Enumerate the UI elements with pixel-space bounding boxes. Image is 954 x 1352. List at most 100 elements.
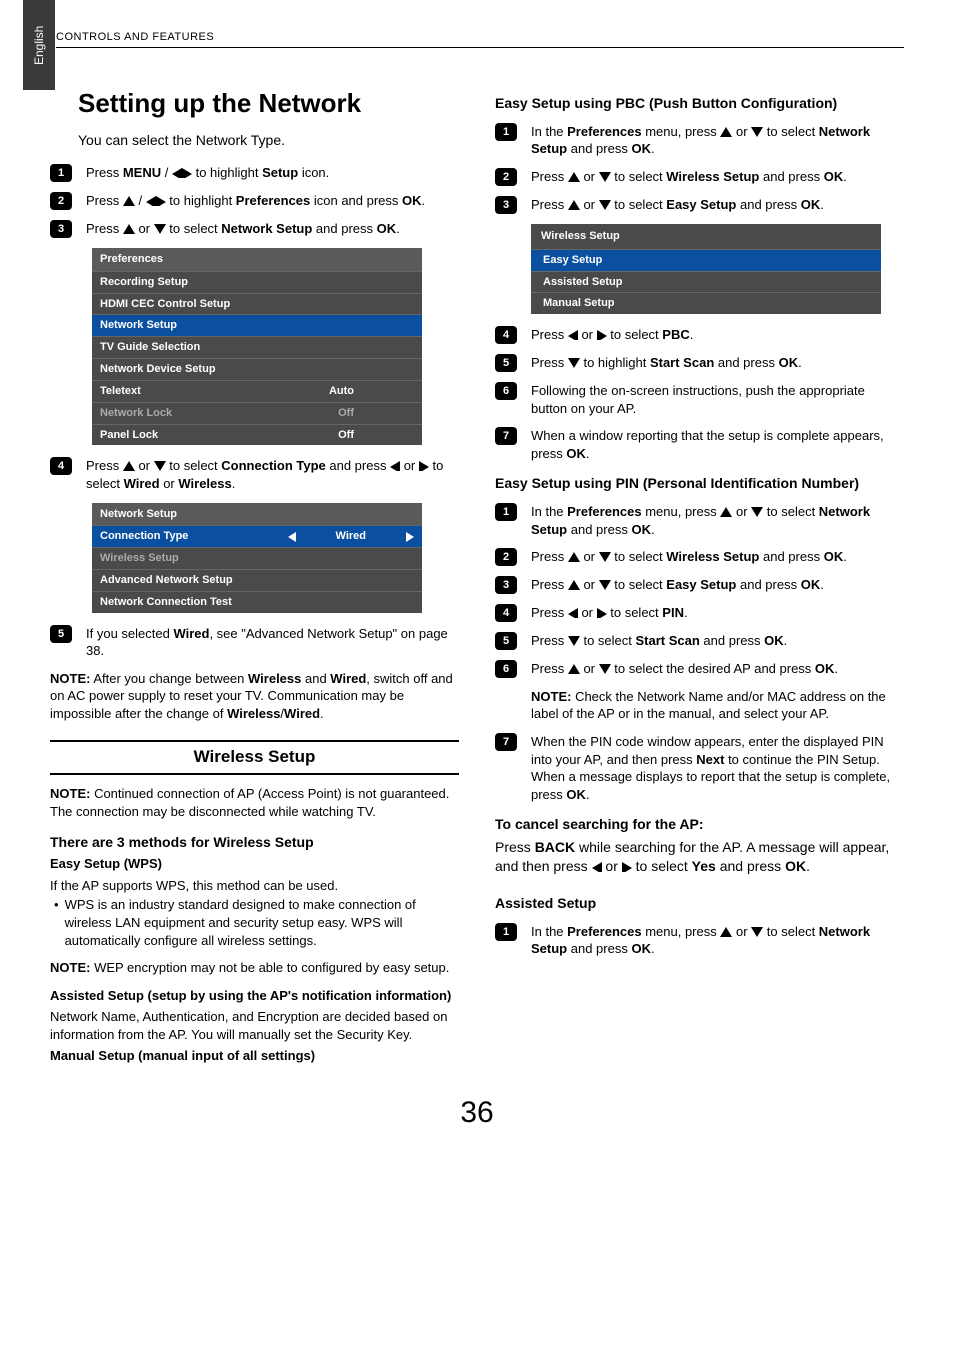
step-number-icon: 1 [495,503,517,521]
triangle-down-icon [599,664,611,674]
triangle-up-icon [568,172,580,182]
menu-title: Preferences [92,248,422,271]
easy-setup-wps-heading: Easy Setup (WPS) [50,855,459,873]
triangle-right-icon [182,168,192,178]
menu-item: Network LockOff [92,402,422,424]
triangle-up-icon [568,552,580,562]
language-label: English [31,25,47,64]
step-number-icon: 3 [495,576,517,594]
triangle-down-icon [154,224,166,234]
step-number-icon: 5 [50,625,72,643]
triangle-up-icon [123,224,135,234]
right-column: Easy Setup using PBC (Push Button Config… [495,66,904,1069]
triangle-up-icon [568,200,580,210]
menu-item: Connection TypeWired [92,525,422,547]
menu-item: Assisted Setup [531,271,881,293]
triangle-down-icon [599,552,611,562]
pin-step-5: 5 Press to select Start Scan and press O… [495,632,904,650]
triangle-down-icon [751,927,763,937]
note-text: NOTE: After you change between Wireless … [50,670,459,723]
triangle-left-icon [172,168,182,178]
pbc-step-1: 1 In the Preferences menu, press or to s… [495,123,904,158]
left-column: Setting up the Network You can select th… [50,66,459,1069]
triangle-right-icon [597,608,607,618]
menu-item: Network Device Setup [92,358,422,380]
step-number-icon: 5 [495,354,517,372]
language-tab: English [23,0,55,90]
pbc-step-4: 4 Press or to select PBC. [495,326,904,344]
triangle-down-icon [568,358,580,368]
cancel-body: Press BACK while searching for the AP. A… [495,838,904,876]
pin-step-4: 4 Press or to select PIN. [495,604,904,622]
triangle-right-icon [419,461,429,471]
step-2: 2 Press / to highlight Preferences icon … [50,192,459,210]
assisted-heading: Assisted Setup [495,894,904,913]
step-number-icon: 6 [495,660,517,678]
triangle-up-icon [123,461,135,471]
menu-item: Wireless Setup [92,547,422,569]
step-3: 3 Press or to select Network Setup and p… [50,220,459,238]
wireless-setup-heading: Wireless Setup [50,740,459,775]
step-5: 5 If you selected Wired, see "Advanced N… [50,625,459,660]
triangle-right-icon [597,330,607,340]
menu-item: HDMI CEC Control Setup [92,293,422,315]
menu-title: Network Setup [92,503,422,526]
menu-item: Network Connection Test [92,591,422,613]
pbc-step-2: 2 Press or to select Wireless Setup and … [495,168,904,186]
step-number-icon: 1 [50,164,72,182]
triangle-right-icon [156,196,166,206]
menu-item: Manual Setup [531,292,881,314]
step-number-icon: 7 [495,733,517,751]
pbc-step-3: 3 Press or to select Easy Setup and pres… [495,196,904,214]
assisted-setup-heading: Assisted Setup (setup by using the AP's … [50,987,459,1005]
triangle-up-icon [720,507,732,517]
triangle-down-icon [751,507,763,517]
step-4: 4 Press or to select Connection Type and… [50,457,459,492]
preferences-menu: Preferences Recording SetupHDMI CEC Cont… [92,248,422,446]
menu-item: TV Guide Selection [92,336,422,358]
triangle-up-icon [720,127,732,137]
step-number-icon: 2 [50,192,72,210]
step-number-icon: 2 [495,548,517,566]
pbc-step-7: 7 When a window reporting that the setup… [495,427,904,462]
triangle-up-icon [123,196,135,206]
triangle-down-icon [568,636,580,646]
step-1: 1 Press MENU / to highlight Setup icon. [50,164,459,182]
triangle-left-icon [592,862,602,872]
pbc-step-6: 6 Following the on-screen instructions, … [495,382,904,417]
page-number: 36 [50,1093,904,1134]
triangle-up-icon [720,927,732,937]
menu-item: TeletextAuto [92,380,422,402]
menu-item: Advanced Network Setup [92,569,422,591]
triangle-down-icon [751,127,763,137]
pin-step-1: 1 In the Preferences menu, press or to s… [495,503,904,538]
menu-item: Panel LockOff [92,424,422,446]
triangle-left-icon [568,330,578,340]
step-number-icon: 5 [495,632,517,650]
note-text: NOTE: Continued connection of AP (Access… [50,785,459,820]
pin-heading: Easy Setup using PIN (Personal Identific… [495,474,904,493]
triangle-left-icon [146,196,156,206]
pbc-step-5: 5 Press to highlight Start Scan and pres… [495,354,904,372]
pbc-heading: Easy Setup using PBC (Push Button Config… [495,94,904,113]
triangle-down-icon [599,200,611,210]
step-number-icon: 4 [495,604,517,622]
triangle-down-icon [599,580,611,590]
menu-title: Wireless Setup [531,224,881,249]
manual-setup-heading: Manual Setup (manual input of all settin… [50,1047,459,1065]
pin-step-6: 6 Press or to select the desired AP and … [495,660,904,723]
triangle-up-icon [568,580,580,590]
page-title: Setting up the Network [78,86,459,121]
step-number-icon: 1 [495,123,517,141]
section-header: CONTROLS AND FEATURES [56,30,904,48]
triangle-right-icon [622,862,632,872]
menu-item: Recording Setup [92,271,422,293]
methods-heading: There are 3 methods for Wireless Setup [50,833,459,852]
step-number-icon: 4 [50,457,72,475]
step-number-icon: 6 [495,382,517,400]
bullet-item: •WPS is an industry standard designed to… [54,896,459,949]
body-text: If the AP supports WPS, this method can … [50,877,459,895]
step-number-icon: 7 [495,427,517,445]
assisted-step-1: 1 In the Preferences menu, press or to s… [495,923,904,958]
body-text: Network Name, Authentication, and Encryp… [50,1008,459,1043]
